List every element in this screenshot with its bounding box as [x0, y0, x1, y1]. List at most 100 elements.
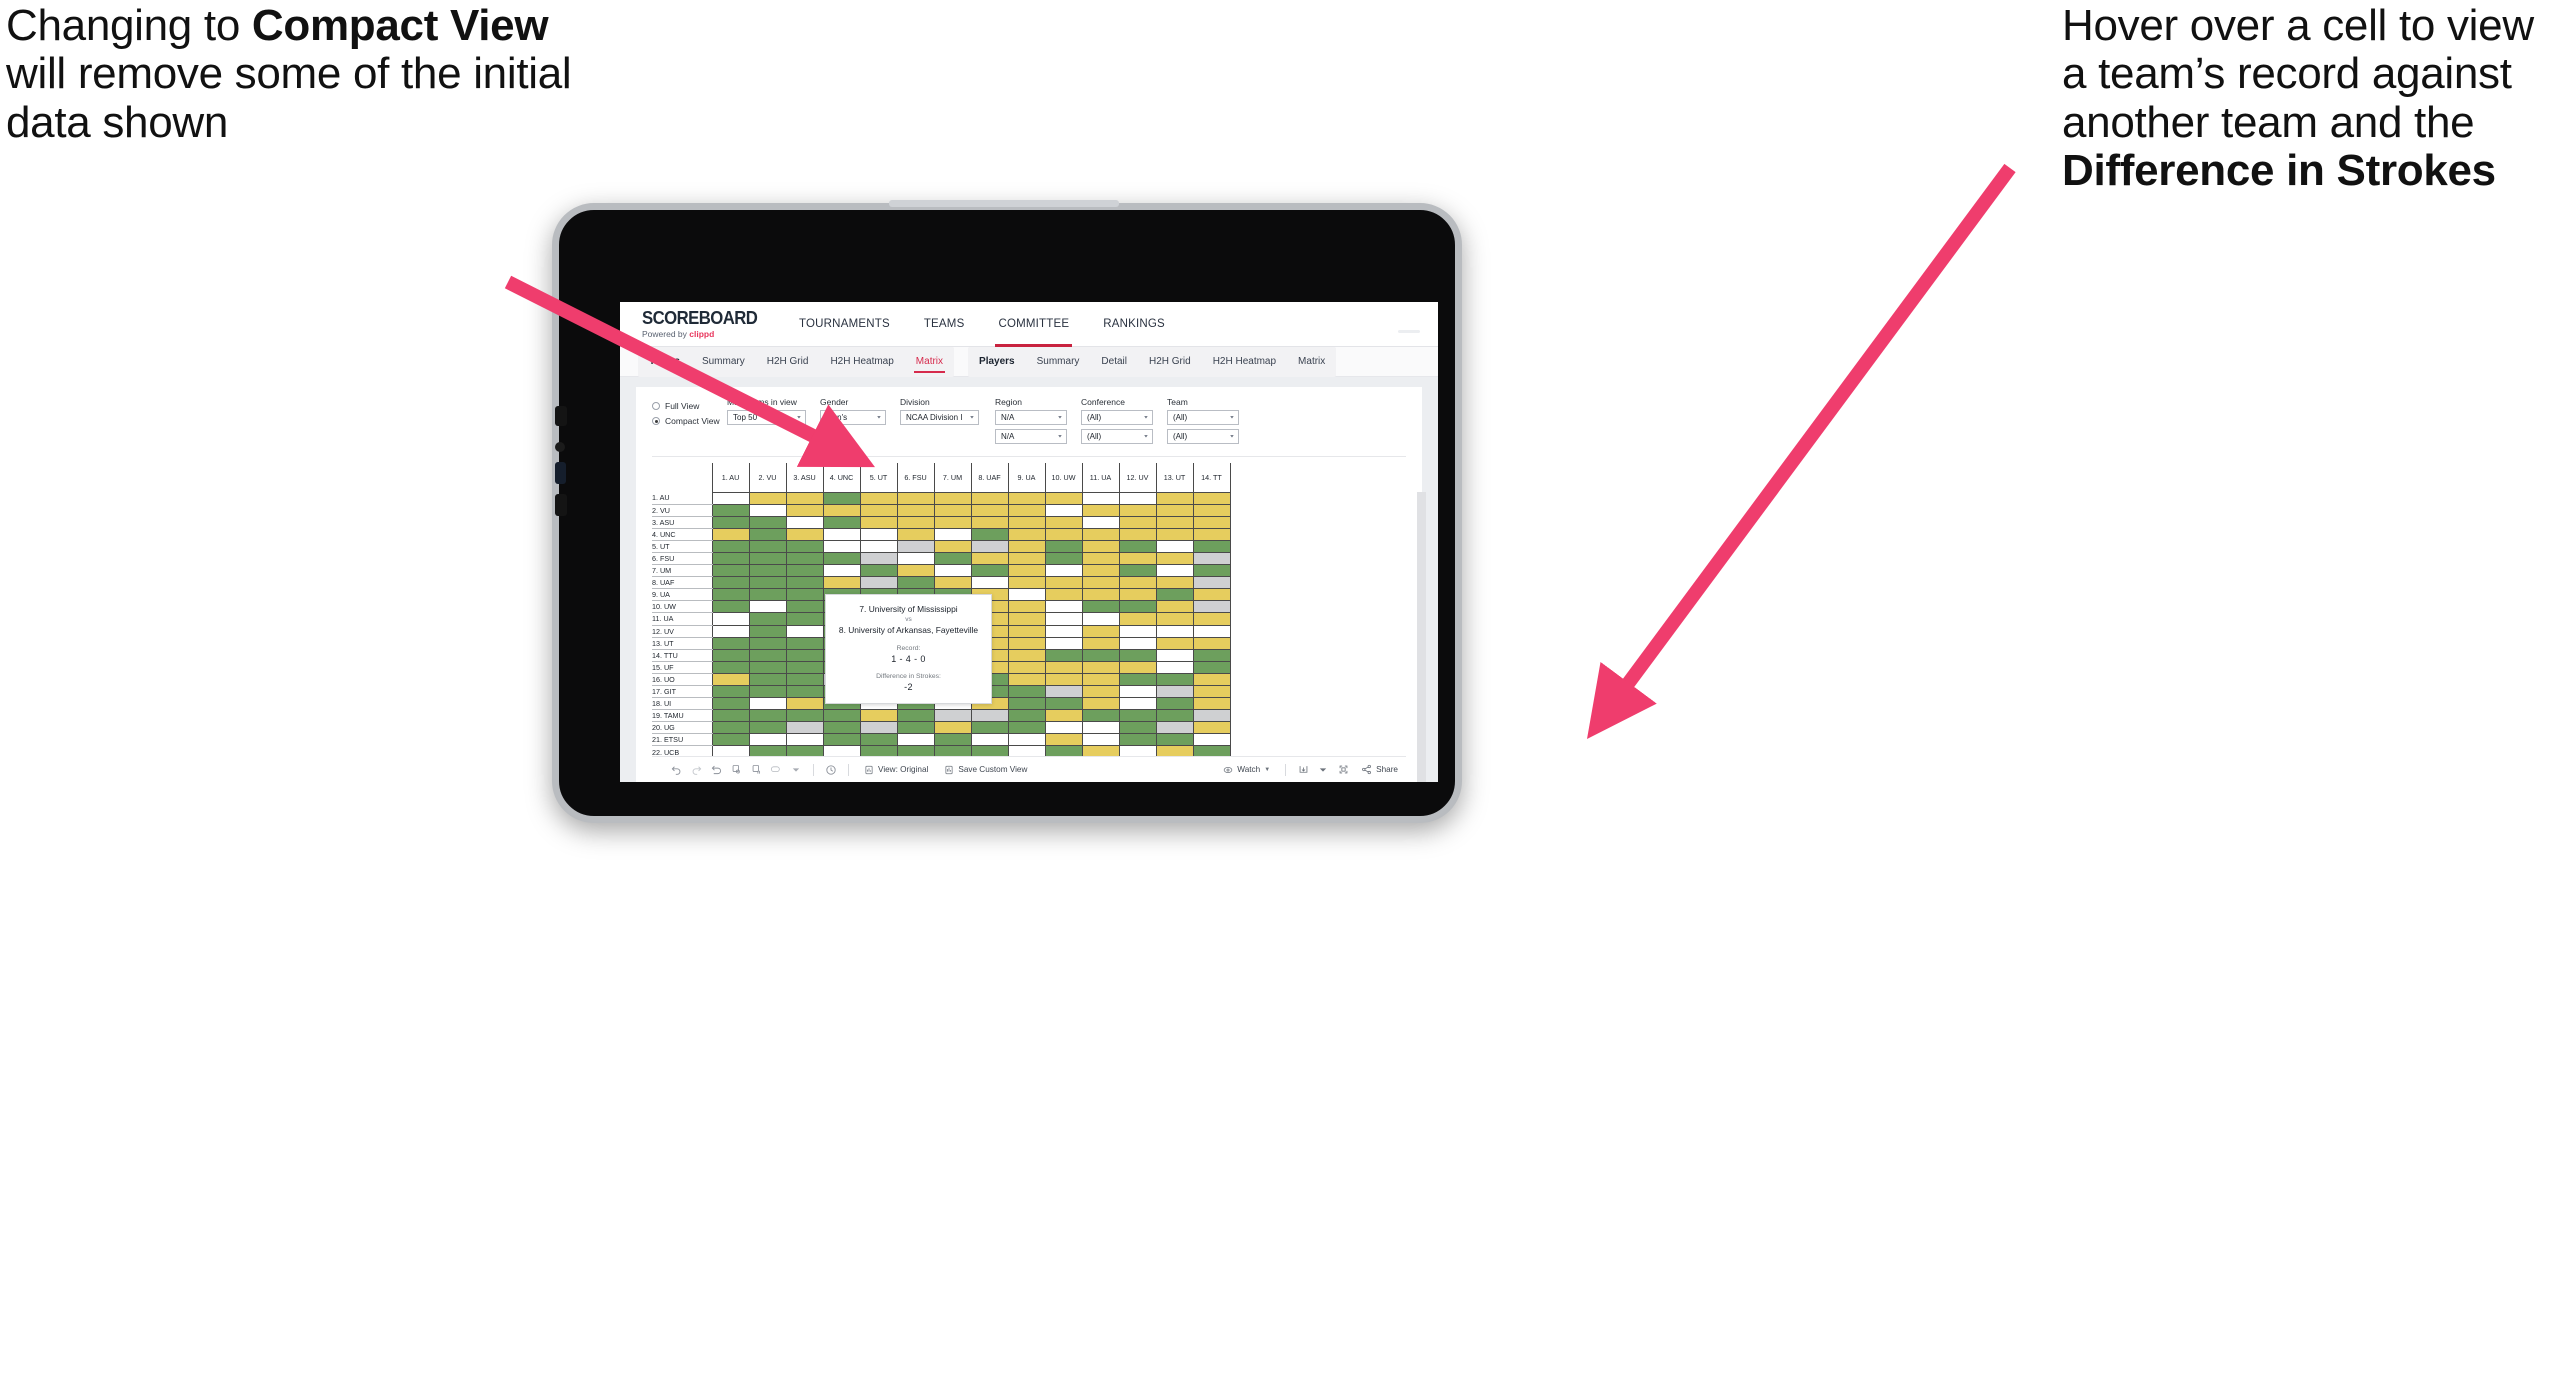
matrix-cell[interactable]: [1155, 697, 1194, 711]
matrix-cell[interactable]: [1118, 539, 1157, 553]
matrix-cell[interactable]: [970, 564, 1009, 578]
matrix-cell[interactable]: [1155, 648, 1194, 662]
matrix-cell[interactable]: [822, 721, 861, 735]
matrix-cell[interactable]: [1007, 564, 1046, 578]
matrix-cell[interactable]: [1155, 684, 1194, 699]
matrix-cell[interactable]: [1044, 576, 1083, 590]
matrix-cell[interactable]: [1192, 551, 1231, 566]
matrix-cell[interactable]: [1007, 684, 1046, 699]
matrix-cell[interactable]: [859, 576, 898, 590]
matrix-cell[interactable]: [1081, 515, 1120, 529]
matrix-cell[interactable]: [711, 551, 750, 566]
matrix-cell[interactable]: [1044, 503, 1083, 517]
matrix-cell[interactable]: [933, 564, 972, 578]
matrix-cell[interactable]: [748, 564, 787, 578]
matrix-cell[interactable]: [1118, 636, 1157, 650]
share-button[interactable]: Share: [1353, 764, 1406, 775]
matrix-cell[interactable]: [1155, 576, 1194, 590]
matrix-cell[interactable]: [1155, 624, 1194, 638]
matrix-cell[interactable]: [1007, 648, 1046, 662]
matrix-cell[interactable]: [1044, 733, 1083, 747]
filter-conference-select-1[interactable]: (All) ▼: [1081, 410, 1153, 425]
matrix-cell[interactable]: [822, 709, 861, 723]
matrix-cell[interactable]: [970, 491, 1009, 505]
subnav-players-summary[interactable]: Summary: [1026, 347, 1091, 377]
matrix-cell[interactable]: [1192, 515, 1231, 529]
matrix-cell[interactable]: [933, 551, 972, 566]
matrix-cell[interactable]: [1192, 709, 1231, 723]
matrix-cell[interactable]: [970, 721, 1009, 735]
matrix-cell[interactable]: [711, 660, 750, 674]
matrix-cell[interactable]: [1081, 539, 1120, 553]
matrix-cell[interactable]: [1192, 539, 1231, 553]
matrix-cell[interactable]: [785, 636, 824, 650]
matrix-cell[interactable]: [748, 515, 787, 529]
matrix-cell[interactable]: [748, 733, 787, 747]
matrix-cell[interactable]: [1044, 564, 1083, 578]
matrix-cell[interactable]: [896, 733, 935, 747]
revert-icon[interactable]: [706, 757, 726, 783]
matrix-cell[interactable]: [970, 539, 1009, 553]
matrix-cell[interactable]: [1081, 684, 1120, 699]
matrix-cell[interactable]: [748, 576, 787, 590]
matrix-cell[interactable]: [1081, 636, 1120, 650]
fullscreen-icon[interactable]: [1333, 757, 1353, 783]
matrix-cell[interactable]: [711, 612, 750, 626]
matrix-cell[interactable]: [822, 491, 861, 505]
matrix-cell[interactable]: [1192, 660, 1231, 674]
matrix-cell[interactable]: [785, 600, 824, 614]
matrix-cell[interactable]: [748, 660, 787, 674]
matrix-cell[interactable]: [711, 564, 750, 578]
matrix-cell[interactable]: [933, 733, 972, 747]
matrix-cell[interactable]: [711, 684, 750, 699]
matrix-cell[interactable]: [785, 503, 824, 517]
matrix-cell[interactable]: [1007, 491, 1046, 505]
matrix-cell[interactable]: [711, 624, 750, 638]
matrix-cell[interactable]: [785, 551, 824, 566]
matrix-cell[interactable]: [896, 709, 935, 723]
matrix-cell[interactable]: [1192, 636, 1231, 650]
filter-region-select-1[interactable]: N/A ▼: [995, 410, 1067, 425]
matrix-cell[interactable]: [1155, 672, 1194, 687]
matrix-cell[interactable]: [822, 503, 861, 517]
matrix-cell[interactable]: [1081, 660, 1120, 674]
nav-item-tournaments[interactable]: TOURNAMENTS: [782, 302, 907, 347]
matrix-cell[interactable]: [1007, 551, 1046, 566]
matrix-cell[interactable]: [1118, 612, 1157, 626]
matrix-cell[interactable]: [896, 576, 935, 590]
matrix-cell[interactable]: [711, 527, 750, 541]
nav-item-rankings[interactable]: RANKINGS: [1086, 302, 1182, 347]
matrix-cell[interactable]: [1007, 612, 1046, 626]
matrix-cell[interactable]: [1044, 709, 1083, 723]
matrix-cell[interactable]: [896, 491, 935, 505]
matrix-cell[interactable]: [711, 697, 750, 711]
matrix-cell[interactable]: [711, 539, 750, 553]
matrix-cell[interactable]: [1007, 697, 1046, 711]
matrix-cell[interactable]: [1118, 709, 1157, 723]
matrix-cell[interactable]: [859, 733, 898, 747]
watch-button[interactable]: Watch ▼: [1215, 765, 1278, 775]
matrix-cell[interactable]: [896, 527, 935, 541]
matrix-cell[interactable]: [1118, 503, 1157, 517]
matrix-cell[interactable]: [859, 527, 898, 541]
matrix-cell[interactable]: [1118, 697, 1157, 711]
matrix-cell[interactable]: [785, 576, 824, 590]
matrix-cell[interactable]: [1007, 624, 1046, 638]
subnav-teams-matrix[interactable]: Matrix: [905, 347, 954, 377]
matrix-cell[interactable]: [970, 527, 1009, 541]
matrix-cell[interactable]: [1044, 636, 1083, 650]
matrix-cell[interactable]: [1044, 588, 1083, 602]
matrix-cell[interactable]: [748, 684, 787, 699]
highlight-icon[interactable]: [766, 757, 786, 783]
matrix-cell[interactable]: [1192, 684, 1231, 699]
matrix-cell[interactable]: [1081, 721, 1120, 735]
matrix-cell[interactable]: [1044, 660, 1083, 674]
matrix-cell[interactable]: [711, 636, 750, 650]
matrix-cell[interactable]: [1081, 588, 1120, 602]
matrix-cell[interactable]: [1007, 636, 1046, 650]
chevron-down-icon[interactable]: [1313, 757, 1333, 783]
matrix-cell[interactable]: [933, 503, 972, 517]
matrix-cell[interactable]: [748, 588, 787, 602]
matrix-cell[interactable]: [1118, 733, 1157, 747]
matrix-cell[interactable]: [748, 551, 787, 566]
